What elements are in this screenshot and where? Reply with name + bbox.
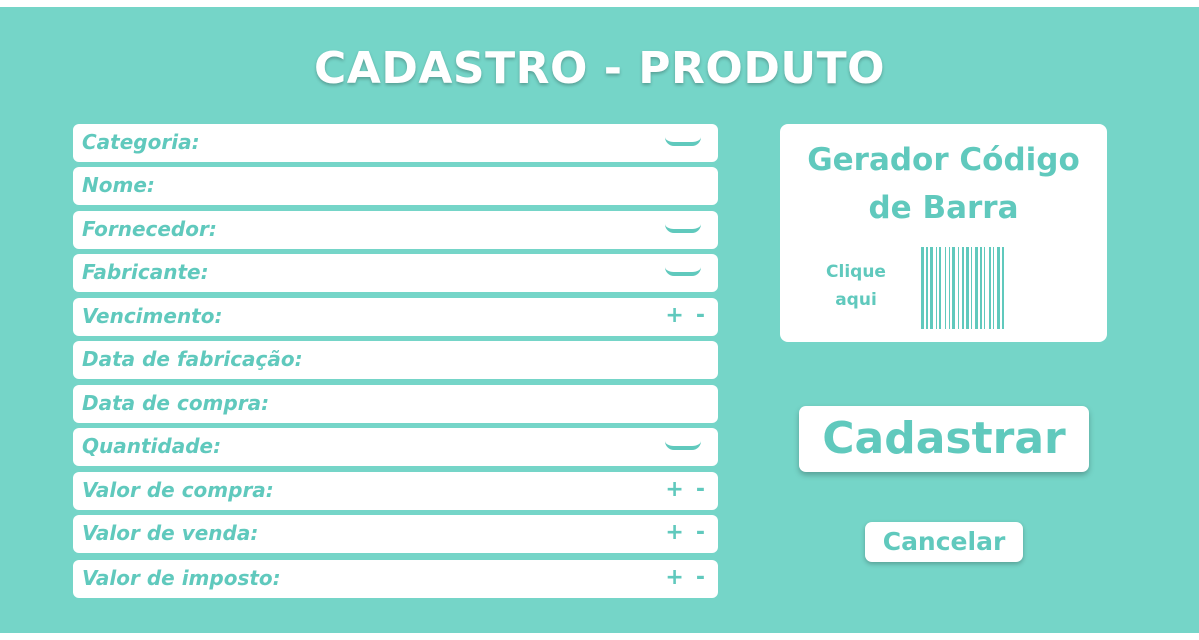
tax-value-stepper[interactable]: Valor de imposto: + - bbox=[73, 560, 718, 598]
product-registration-screen: CADASTRO - PRODUTO Categoria: Nome: Forn… bbox=[0, 7, 1199, 633]
name-field[interactable]: Nome: bbox=[73, 167, 718, 205]
purchase-date-label: Data de compra: bbox=[82, 391, 270, 415]
sale-value-stepper-controls: + - bbox=[653, 520, 705, 545]
barcode-cta-line2: aqui bbox=[835, 290, 877, 310]
sale-value-stepper[interactable]: Valor de venda: + - bbox=[73, 515, 718, 553]
expiration-label: Vencimento: bbox=[82, 304, 223, 328]
supplier-label: Fornecedor: bbox=[82, 217, 217, 241]
plus-icon[interactable]: + bbox=[665, 520, 683, 545]
barcode-title-line1: Gerador Código bbox=[807, 142, 1080, 178]
manufacture-date-label: Data de fabricação: bbox=[82, 347, 303, 371]
chevron-down-icon[interactable] bbox=[665, 224, 701, 233]
plus-icon[interactable]: + bbox=[665, 303, 683, 328]
manufacturer-label: Fabricante: bbox=[82, 260, 209, 284]
minus-icon[interactable]: - bbox=[696, 565, 705, 590]
sale-value-label: Valor de venda: bbox=[82, 521, 259, 545]
expiration-stepper[interactable]: Vencimento: + - bbox=[73, 298, 718, 336]
chevron-down-icon[interactable] bbox=[665, 267, 701, 276]
purchase-value-stepper[interactable]: Valor de compra: + - bbox=[73, 472, 718, 510]
barcode-cta-line1: Clique bbox=[826, 262, 886, 282]
barcode-icon[interactable] bbox=[921, 247, 1079, 329]
minus-icon[interactable]: - bbox=[696, 477, 705, 502]
category-dropdown[interactable]: Categoria: bbox=[73, 124, 718, 162]
manufacturer-dropdown[interactable]: Fabricante: bbox=[73, 254, 718, 292]
plus-icon[interactable]: + bbox=[665, 565, 683, 590]
category-label: Categoria: bbox=[82, 130, 200, 154]
manufacture-date-field[interactable]: Data de fabricação: bbox=[73, 341, 718, 379]
register-button[interactable]: Cadastrar bbox=[799, 406, 1089, 472]
barcode-title-line2: de Barra bbox=[868, 190, 1019, 226]
minus-icon[interactable]: - bbox=[696, 303, 705, 328]
plus-icon[interactable]: + bbox=[665, 477, 683, 502]
barcode-generator-panel[interactable]: Gerador Código de Barra Clique aqui bbox=[780, 124, 1107, 342]
tax-value-label: Valor de imposto: bbox=[82, 566, 281, 590]
chevron-down-icon[interactable] bbox=[665, 137, 701, 146]
purchase-value-stepper-controls: + - bbox=[653, 477, 705, 502]
supplier-dropdown[interactable]: Fornecedor: bbox=[73, 211, 718, 249]
expiration-stepper-controls: + - bbox=[653, 303, 705, 328]
page-title: CADASTRO - PRODUTO bbox=[313, 43, 885, 94]
purchase-date-field[interactable]: Data de compra: bbox=[73, 385, 718, 423]
barcode-title: Gerador Código de Barra bbox=[780, 136, 1107, 232]
barcode-click-here-link[interactable]: Clique aqui bbox=[808, 258, 904, 314]
tax-value-stepper-controls: + - bbox=[653, 565, 705, 590]
minus-icon[interactable]: - bbox=[696, 520, 705, 545]
chevron-down-icon[interactable] bbox=[665, 441, 701, 450]
purchase-value-label: Valor de compra: bbox=[82, 478, 274, 502]
quantity-label: Quantidade: bbox=[82, 434, 222, 458]
quantity-dropdown[interactable]: Quantidade: bbox=[73, 428, 718, 466]
cancel-button[interactable]: Cancelar bbox=[865, 522, 1023, 562]
name-label: Nome: bbox=[82, 173, 155, 197]
